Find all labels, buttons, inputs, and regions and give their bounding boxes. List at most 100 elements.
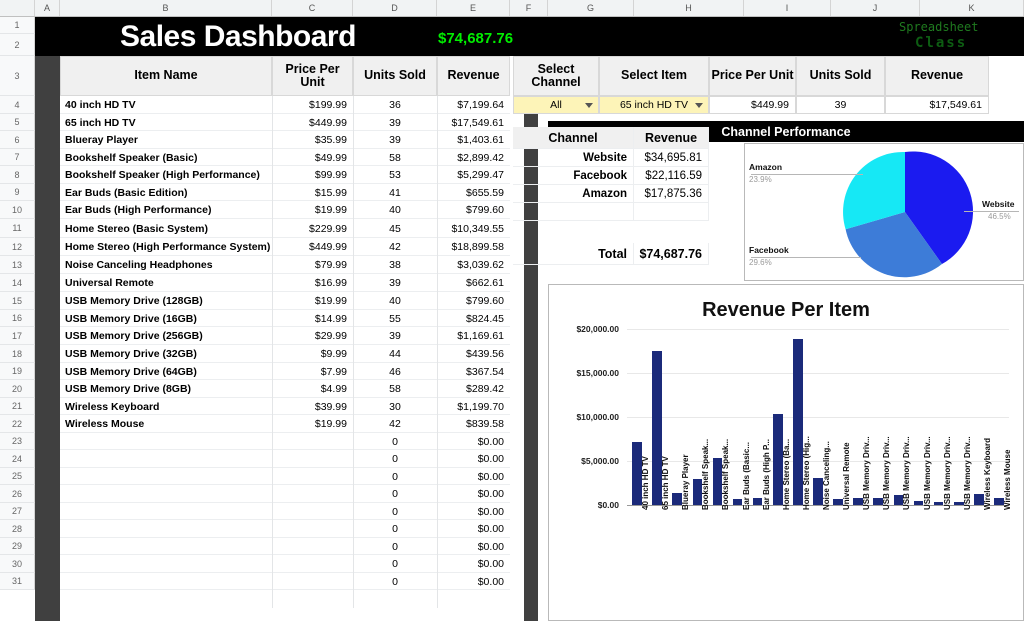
item-name-cell[interactable]: Universal Remote: [60, 274, 272, 292]
item-units-cell[interactable]: 0: [353, 538, 437, 555]
selected-units-cell[interactable]: 39: [796, 96, 885, 114]
item-name-cell[interactable]: USB Memory Drive (32GB): [60, 345, 272, 363]
item-price-cell[interactable]: $49.99: [272, 149, 353, 166]
item-name-cell[interactable]: [60, 538, 272, 555]
bar[interactable]: [913, 501, 924, 505]
selected-revenue-cell[interactable]: $17,549.61: [885, 96, 989, 114]
item-name-cell[interactable]: Bookshelf Speaker (High Performance): [60, 166, 272, 184]
item-price-cell[interactable]: $19.99: [272, 292, 353, 310]
item-revenue-cell[interactable]: $824.45: [437, 310, 510, 327]
channel-table-header-revenue[interactable]: Revenue: [634, 127, 709, 149]
row-header-16[interactable]: 16: [0, 310, 35, 327]
item-revenue-cell[interactable]: $367.54: [437, 363, 510, 380]
channel-name-cell[interactable]: Amazon: [513, 185, 634, 203]
row-header-25[interactable]: 25: [0, 468, 35, 485]
item-revenue-cell[interactable]: $799.60: [437, 201, 510, 219]
item-units-cell[interactable]: 38: [353, 256, 437, 274]
item-revenue-cell[interactable]: $5,299.47: [437, 166, 510, 184]
item-units-cell[interactable]: 0: [353, 450, 437, 468]
item-price-cell[interactable]: [272, 520, 353, 538]
row-header-13[interactable]: 13: [0, 256, 35, 274]
row-header-26[interactable]: 26: [0, 485, 35, 503]
bar[interactable]: [732, 499, 743, 505]
item-units-cell[interactable]: 0: [353, 520, 437, 538]
item-units-cell[interactable]: 39: [353, 131, 437, 149]
item-units-cell[interactable]: 0: [353, 555, 437, 573]
item-name-cell[interactable]: Wireless Mouse: [60, 415, 272, 433]
item-price-cell[interactable]: $449.99: [272, 114, 353, 131]
item-price-cell[interactable]: [272, 485, 353, 503]
item-price-cell[interactable]: $39.99: [272, 398, 353, 415]
item-revenue-cell[interactable]: $1,403.61: [437, 131, 510, 149]
channel-blank-cell[interactable]: [513, 203, 634, 221]
item-price-cell[interactable]: $4.99: [272, 380, 353, 398]
item-units-cell[interactable]: 0: [353, 573, 437, 590]
channel-blank-value[interactable]: [634, 203, 709, 221]
column-header-b[interactable]: B: [60, 0, 272, 16]
row-header-22[interactable]: 22: [0, 415, 35, 433]
item-revenue-cell[interactable]: $0.00: [437, 468, 510, 485]
row-header-28[interactable]: 28: [0, 520, 35, 538]
item-units-cell[interactable]: 45: [353, 219, 437, 238]
column-header-i[interactable]: I: [744, 0, 831, 16]
item-revenue-cell[interactable]: $0.00: [437, 433, 510, 450]
channel-name-cell[interactable]: Facebook: [513, 167, 634, 185]
row-header-29[interactable]: 29: [0, 538, 35, 555]
item-name-cell[interactable]: USB Memory Drive (256GB): [60, 327, 272, 345]
item-price-cell[interactable]: $29.99: [272, 327, 353, 345]
item-revenue-cell[interactable]: $7,199.64: [437, 96, 510, 114]
item-units-cell[interactable]: 39: [353, 274, 437, 292]
channel-table-header-channel[interactable]: Channel: [513, 127, 634, 149]
item-units-cell[interactable]: 39: [353, 327, 437, 345]
channel-name-cell[interactable]: Website: [513, 149, 634, 167]
item-name-cell[interactable]: Wireless Keyboard: [60, 398, 272, 415]
revenue-per-item-chart[interactable]: Revenue Per Item $0.00 $5,000.00 $10,000.0…: [548, 284, 1024, 621]
channel-revenue-cell[interactable]: $34,695.81: [634, 149, 709, 167]
item-revenue-cell[interactable]: $1,199.70: [437, 398, 510, 415]
item-price-cell[interactable]: $229.99: [272, 219, 353, 238]
item-revenue-cell[interactable]: $662.61: [437, 274, 510, 292]
column-header-g[interactable]: G: [548, 0, 634, 16]
item-price-cell[interactable]: $79.99: [272, 256, 353, 274]
item-name-cell[interactable]: Home Stereo (High Performance System): [60, 238, 272, 256]
chevron-down-icon[interactable]: [695, 103, 703, 108]
selected-price-cell[interactable]: $449.99: [709, 96, 796, 114]
column-header-h[interactable]: H: [634, 0, 744, 16]
item-price-cell[interactable]: [272, 450, 353, 468]
item-units-cell[interactable]: 0: [353, 433, 437, 450]
item-price-cell[interactable]: $19.99: [272, 415, 353, 433]
item-units-cell[interactable]: 42: [353, 238, 437, 256]
item-name-cell[interactable]: [60, 520, 272, 538]
item-revenue-cell[interactable]: $655.59: [437, 184, 510, 201]
item-price-cell[interactable]: [272, 573, 353, 590]
item-price-cell[interactable]: [272, 468, 353, 485]
item-revenue-cell[interactable]: $0.00: [437, 555, 510, 573]
item-units-cell[interactable]: 0: [353, 468, 437, 485]
item-price-cell[interactable]: $35.99: [272, 131, 353, 149]
row-header-2[interactable]: 2: [0, 34, 35, 56]
item-price-cell[interactable]: [272, 555, 353, 573]
row-header-24[interactable]: 24: [0, 450, 35, 468]
select-channel-dropdown[interactable]: All: [513, 96, 599, 114]
item-revenue-cell[interactable]: $17,549.61: [437, 114, 510, 131]
item-price-cell[interactable]: [272, 433, 353, 450]
item-name-cell[interactable]: 65 inch HD TV: [60, 114, 272, 131]
item-price-cell[interactable]: [272, 503, 353, 520]
row-header-23[interactable]: 23: [0, 433, 35, 450]
channel-revenue-cell[interactable]: $22,116.59: [634, 167, 709, 185]
item-revenue-cell[interactable]: $0.00: [437, 503, 510, 520]
row-header-27[interactable]: 27: [0, 503, 35, 520]
item-units-cell[interactable]: 40: [353, 201, 437, 219]
row-header-12[interactable]: 12: [0, 238, 35, 256]
column-header-k[interactable]: K: [920, 0, 1024, 16]
item-name-cell[interactable]: [60, 573, 272, 590]
row-header-9[interactable]: 9: [0, 184, 35, 201]
item-revenue-cell[interactable]: $0.00: [437, 450, 510, 468]
row-header-14[interactable]: 14: [0, 274, 35, 292]
item-revenue-cell[interactable]: $289.42: [437, 380, 510, 398]
chevron-down-icon[interactable]: [585, 103, 593, 108]
item-units-cell[interactable]: 0: [353, 503, 437, 520]
item-name-cell[interactable]: USB Memory Drive (8GB): [60, 380, 272, 398]
item-name-cell[interactable]: Home Stereo (Basic System): [60, 219, 272, 238]
item-revenue-cell[interactable]: $0.00: [437, 538, 510, 555]
